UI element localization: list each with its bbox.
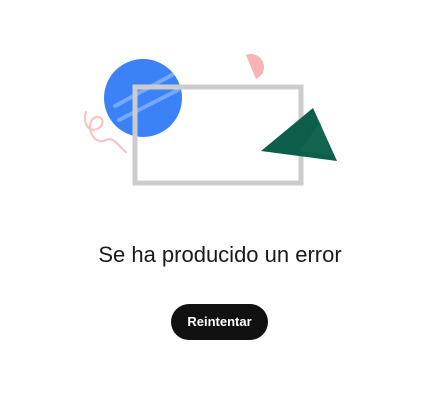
error-page: Se ha producido un error Reintentar (0, 0, 427, 400)
error-message: Se ha producido un error (98, 242, 342, 267)
pink-semicircle-shape (246, 54, 264, 79)
retry-button[interactable]: Reintentar (171, 304, 268, 340)
error-illustration-icon (83, 54, 337, 186)
blue-circle-shape (104, 59, 182, 137)
